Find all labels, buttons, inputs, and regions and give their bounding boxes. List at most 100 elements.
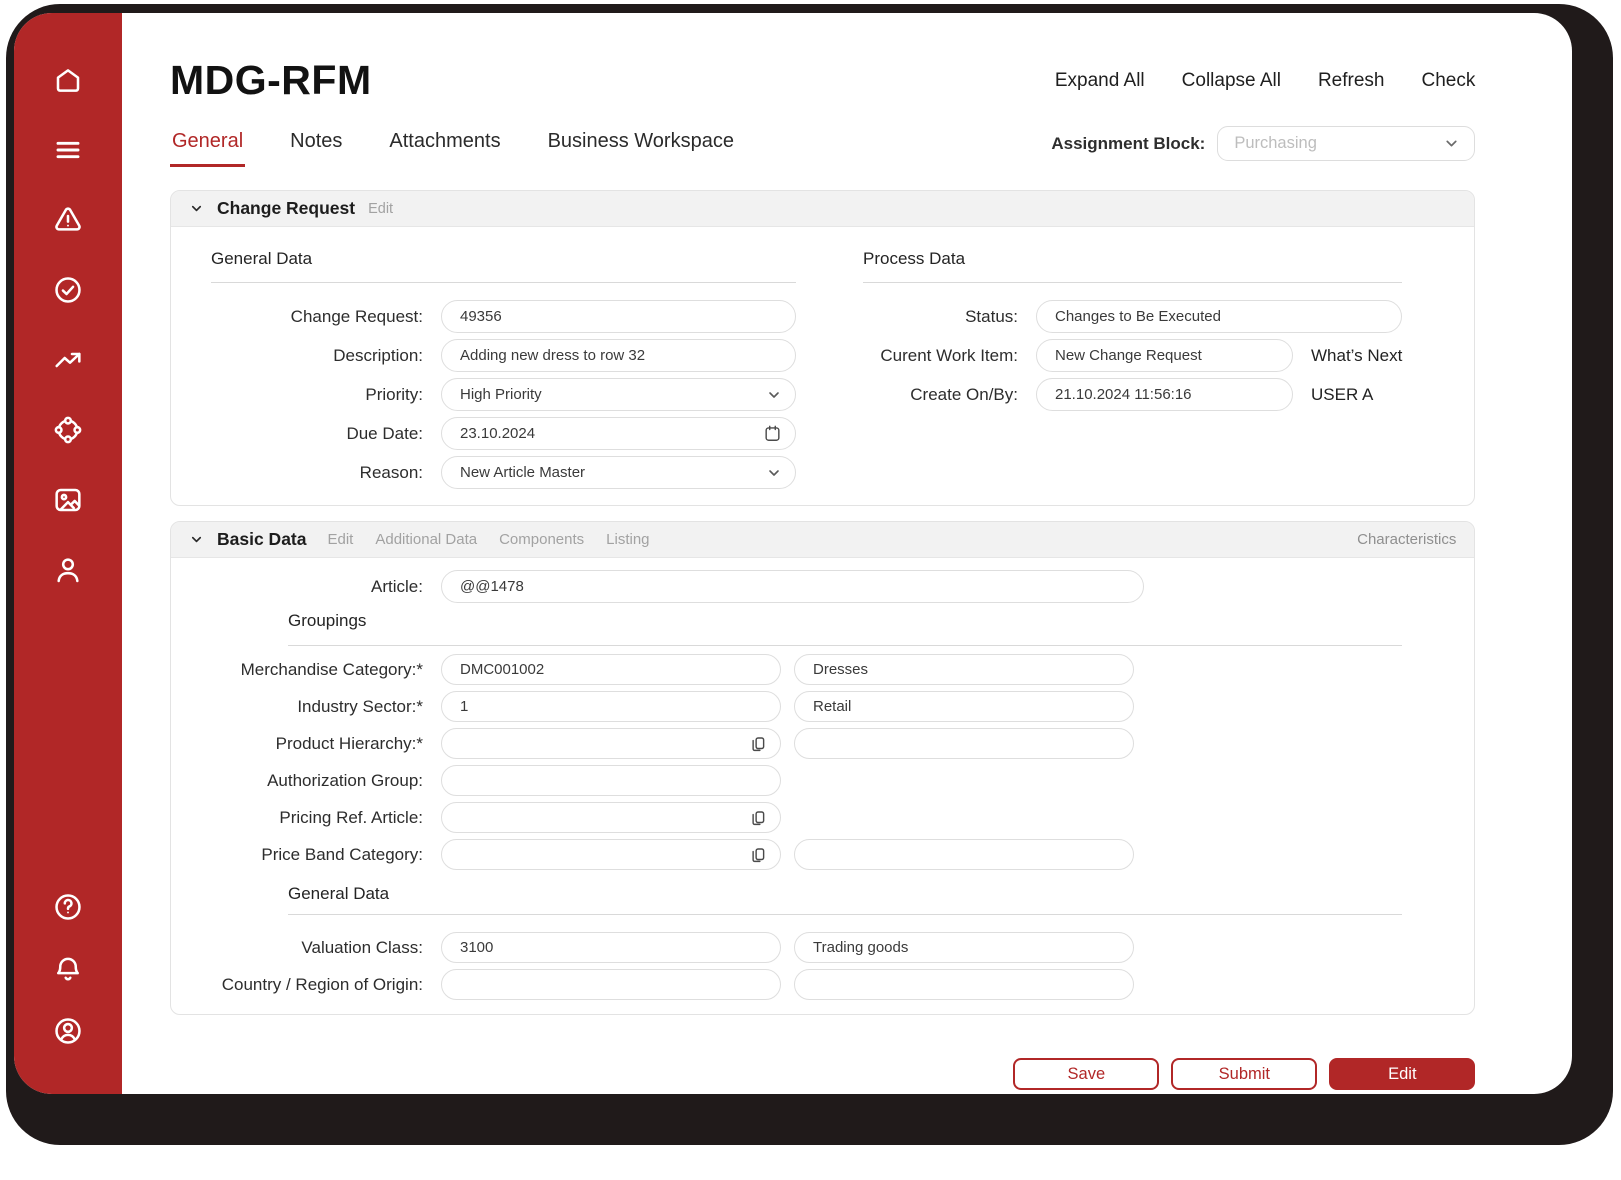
change-request-panel: Change Request Edit General Data Change … <box>170 190 1476 506</box>
components-link[interactable]: Components <box>499 531 584 548</box>
due-date-row: Due Date: 23.10.2024 <box>211 417 796 450</box>
merchandise-category-input[interactable]: DMC001002 <box>441 654 781 685</box>
edit-button[interactable]: Edit <box>1329 1058 1476 1090</box>
work-item-input[interactable]: New Change Request <box>1036 339 1293 372</box>
reason-select[interactable]: New Article Master <box>441 456 796 489</box>
save-button[interactable]: Save <box>1013 1058 1160 1090</box>
field-value: High Priority <box>460 386 542 403</box>
field-label: Priority: <box>365 384 423 404</box>
help-icon[interactable] <box>51 890 85 924</box>
created-row: Create On/By: 21.10.2024 11:56:16 USER A <box>863 378 1402 411</box>
account-icon[interactable] <box>51 1014 85 1048</box>
field-value: Trading goods <box>813 939 909 956</box>
tab-business-workspace[interactable]: Business Workspace <box>546 130 736 167</box>
tab-attachments[interactable]: Attachments <box>387 130 502 167</box>
field-label: Merchandise Category:* <box>240 659 423 679</box>
collapse-section-icon[interactable] <box>189 532 204 547</box>
work-item-row: Curent Work Item: New Change Request Wha… <box>863 339 1402 372</box>
chevron-down-icon <box>1446 140 1457 147</box>
price-band-category-description[interactable] <box>794 839 1134 870</box>
field-value: Changes to Be Executed <box>1055 308 1221 325</box>
description-input[interactable]: Adding new dress to row 32 <box>441 339 796 372</box>
expand-all-button[interactable]: Expand All <box>1055 70 1145 92</box>
listing-link[interactable]: Listing <box>606 531 649 548</box>
bd-general-rows: Valuation Class: 3100 Trading goods Coun… <box>201 932 1402 1000</box>
industry-sector-row: Industry Sector:* 1 Retail <box>201 691 1402 722</box>
submit-button[interactable]: Submit <box>1171 1058 1318 1090</box>
authorization-group-input[interactable] <box>441 765 781 796</box>
country-origin-input[interactable] <box>441 969 781 1000</box>
article-input[interactable]: @@1478 <box>441 570 1144 603</box>
price-band-category-input[interactable] <box>441 839 781 870</box>
change-request-edit-link[interactable]: Edit <box>368 201 393 217</box>
trending-up-icon[interactable] <box>51 343 85 377</box>
industry-sector-description[interactable]: Retail <box>794 691 1134 722</box>
collapse-all-button[interactable]: Collapse All <box>1182 70 1281 92</box>
product-hierarchy-description[interactable] <box>794 728 1134 759</box>
share-network-icon[interactable] <box>51 413 85 447</box>
characteristics-link[interactable]: Characteristics <box>1357 531 1456 548</box>
pricing-ref-article-input[interactable] <box>441 802 781 833</box>
collapse-section-icon[interactable] <box>189 201 204 216</box>
field-value: @@1478 <box>460 578 524 595</box>
valuation-class-description[interactable]: Trading goods <box>794 932 1134 963</box>
country-origin-description[interactable] <box>794 969 1134 1000</box>
tabs-row: General Notes Attachments Business Works… <box>170 126 1476 167</box>
sidebar-top-group <box>51 63 85 587</box>
field-label: Article: <box>371 576 423 596</box>
change-request-number-input[interactable]: 49356 <box>441 300 796 333</box>
basic-data-body: Article: @@1478 Groupings Merchandise Ca… <box>171 558 1474 1014</box>
valuation-class-input[interactable]: 3100 <box>441 932 781 963</box>
chevron-down-icon <box>769 391 779 398</box>
due-date-input[interactable]: 23.10.2024 <box>441 417 796 450</box>
field-label: Description: <box>333 345 423 365</box>
price-band-category-row: Price Band Category: <box>201 839 1402 870</box>
menu-icon[interactable] <box>51 133 85 167</box>
field-label: Country / Region of Origin: <box>221 974 423 994</box>
user-icon[interactable] <box>51 553 85 587</box>
whats-next-link[interactable]: What’s Next <box>1311 346 1402 366</box>
field-label: Product Hierarchy:* <box>275 733 423 753</box>
merchandise-category-description[interactable]: Dresses <box>794 654 1134 685</box>
tab-notes[interactable]: Notes <box>288 130 344 167</box>
valuation-class-row: Valuation Class: 3100 Trading goods <box>201 932 1402 963</box>
copy-icon[interactable] <box>749 846 767 864</box>
bell-icon[interactable] <box>51 952 85 986</box>
copy-icon[interactable] <box>749 735 767 753</box>
description-row: Description: Adding new dress to row 32 <box>211 339 796 372</box>
priority-select[interactable]: High Priority <box>441 378 796 411</box>
additional-data-link[interactable]: Additional Data <box>375 531 477 548</box>
warning-icon[interactable] <box>51 203 85 237</box>
refresh-button[interactable]: Refresh <box>1318 70 1385 92</box>
image-icon[interactable] <box>51 483 85 517</box>
main-content: MDG-RFM Expand All Collapse All Refresh … <box>122 13 1572 1094</box>
copy-icon[interactable] <box>749 809 767 827</box>
change-request-title: Change Request <box>217 198 356 218</box>
check-circle-icon[interactable] <box>51 273 85 307</box>
check-button[interactable]: Check <box>1421 70 1475 92</box>
field-value: Retail <box>813 698 852 715</box>
assignment-block-select[interactable]: Purchasing <box>1217 126 1476 161</box>
created-on-input[interactable]: 21.10.2024 11:56:16 <box>1036 378 1293 411</box>
screen: MDG-RFM Expand All Collapse All Refresh … <box>0 0 1621 1180</box>
app-window: MDG-RFM Expand All Collapse All Refresh … <box>14 13 1572 1094</box>
basic-data-edit-link[interactable]: Edit <box>328 531 354 548</box>
field-label: Valuation Class: <box>301 937 423 957</box>
status-input[interactable]: Changes to Be Executed <box>1036 300 1403 333</box>
industry-sector-input[interactable]: 1 <box>441 691 781 722</box>
home-icon[interactable] <box>51 63 85 97</box>
field-label: Change Request: <box>290 306 423 326</box>
calendar-icon[interactable] <box>763 424 782 443</box>
general-data-heading: General Data <box>211 249 796 283</box>
field-label: Due Date: <box>346 423 423 443</box>
basic-data-links: Edit Additional Data Components Listing <box>328 531 650 548</box>
field-label: Curent Work Item: <box>880 345 1018 365</box>
field-value: 49356 <box>460 308 502 325</box>
tab-general[interactable]: General <box>170 130 246 167</box>
product-hierarchy-input[interactable] <box>441 728 781 759</box>
created-by-user: USER A <box>1311 384 1374 404</box>
authorization-group-row: Authorization Group: <box>201 765 1402 796</box>
assignment-block-value: Purchasing <box>1234 134 1317 152</box>
general-data-column: General Data Change Request: 49356 Descr… <box>211 237 796 495</box>
reason-row: Reason: New Article Master <box>211 456 796 489</box>
